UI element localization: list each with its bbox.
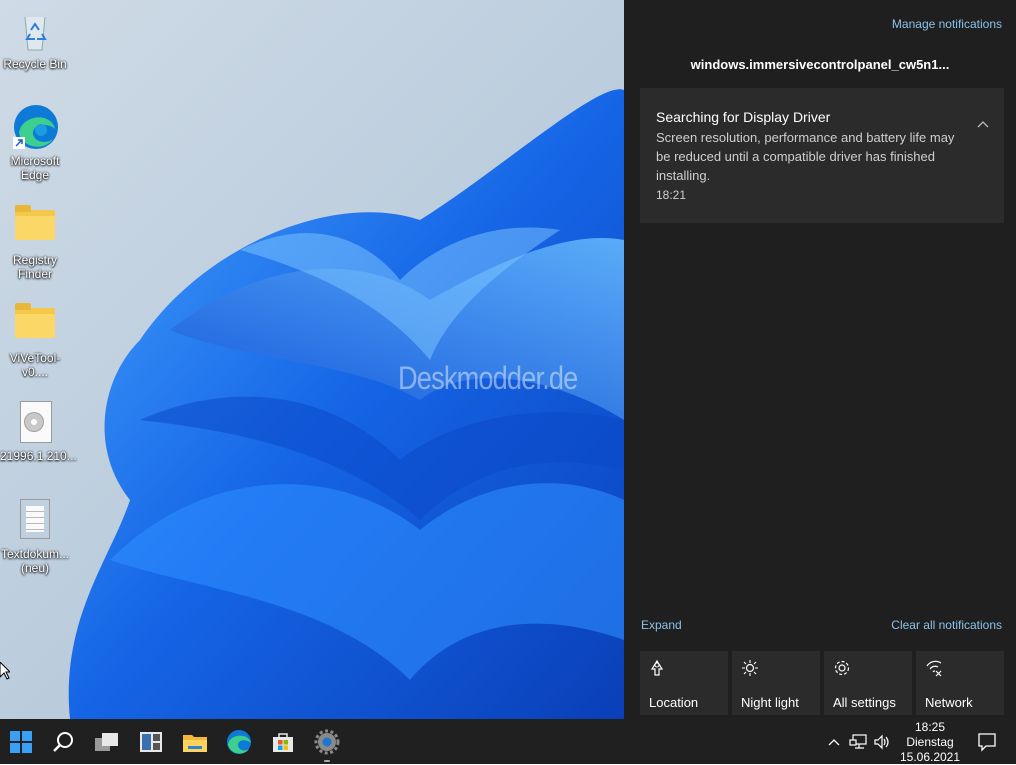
volume-tray-button[interactable] [870,719,894,764]
desktop-icon-vivetool[interactable]: ViVeTool-v0.... [0,300,70,379]
desktop-icon-label: 21996.1.210... [0,449,77,463]
quick-action-label: All settings [833,695,896,710]
widgets-icon [140,731,162,752]
desktop-icon-label: Registry Finder [12,253,57,281]
location-icon [650,659,664,676]
quick-action-network[interactable]: Network [916,651,1004,715]
quick-action-label: Night light [741,695,799,710]
search-button[interactable] [42,719,84,764]
wired-network-icon [849,733,867,749]
speaker-icon [874,734,889,749]
show-hidden-icons-button[interactable] [822,719,846,764]
edge-button[interactable] [218,719,260,764]
watermark: Deskmodder.de [398,360,578,396]
search-icon [53,731,73,752]
quick-action-all-settings[interactable]: All settings [824,651,912,715]
recycle-bin-icon [11,6,59,54]
gear-icon [834,660,850,676]
file-explorer-button[interactable] [174,719,216,764]
running-indicator [324,760,330,762]
chevron-up-icon[interactable] [976,118,990,132]
task-view-button[interactable] [86,719,128,764]
edge-shortcut-icon [11,103,59,151]
widgets-button[interactable] [130,719,172,764]
desktop-icon-recycle-bin[interactable]: Recycle Bin [0,6,70,71]
desktop-icon-textdokument[interactable]: Textdokum... (neu) [0,496,70,575]
folder-icon [11,202,59,250]
chevron-up-icon [828,738,840,745]
quick-action-location[interactable]: Location [640,651,728,715]
clock-time: 18:25 [914,720,946,734]
desktop-icon-label: Recycle Bin [3,57,67,71]
store-icon [273,732,293,752]
quick-action-label: Network [925,695,973,710]
desktop-icon-edge[interactable]: Microsoft Edge [0,103,70,182]
notification-time: 18:21 [656,188,687,202]
file-explorer-icon [183,734,207,752]
clock-day: Dienstag [906,735,954,749]
desktop-icon-label: Textdokum... (neu) [0,547,70,575]
quick-action-night-light[interactable]: Night light [732,651,820,715]
notification-icon [978,732,996,752]
desktop-icon-registry-finder[interactable]: Registry Finder [0,202,70,281]
settings-button[interactable] [306,719,348,764]
notification-card[interactable]: Searching for Display Driver Screen reso… [640,88,1004,223]
network-tray-button[interactable] [846,719,870,764]
disc-image-icon [11,398,59,446]
notification-center-button[interactable] [966,719,1008,764]
desktop-icon-label: ViVeTool-v0.... [9,351,61,379]
settings-icon [314,729,340,754]
folder-icon [11,300,59,348]
mouse-cursor-icon [0,662,10,680]
night-light-icon [742,660,758,676]
notification-body: Screen resolution, performance and batte… [656,130,955,183]
task-view-icon [95,732,118,751]
text-document-icon [11,496,59,544]
desktop-icon-iso[interactable]: 21996.1.210... [0,398,77,463]
clear-all-notifications-link[interactable]: Clear all notifications [891,618,1002,632]
quick-action-label: Location [649,695,699,710]
expand-link[interactable]: Expand [641,618,682,632]
start-icon [10,730,32,753]
store-button[interactable] [262,719,304,764]
network-icon [926,660,942,677]
notification-app-name: windows.immersivecontrolpanel_cw5n1... [690,57,950,72]
clock-date: 15.06.2021 [899,750,961,764]
manage-notifications-link[interactable]: Manage notifications [892,17,1002,31]
taskbar: 18:25 Dienstag 15.06.2021 [0,719,1016,764]
taskbar-clock[interactable]: 18:25 Dienstag 15.06.2021 [896,720,964,765]
start-button[interactable] [0,719,42,764]
action-center: Manage notifications windows.immersiveco… [624,0,1016,719]
notification-title: Searching for Display Driver [656,109,831,125]
edge-icon [227,729,251,754]
desktop-icon-label: Microsoft Edge [10,154,60,182]
